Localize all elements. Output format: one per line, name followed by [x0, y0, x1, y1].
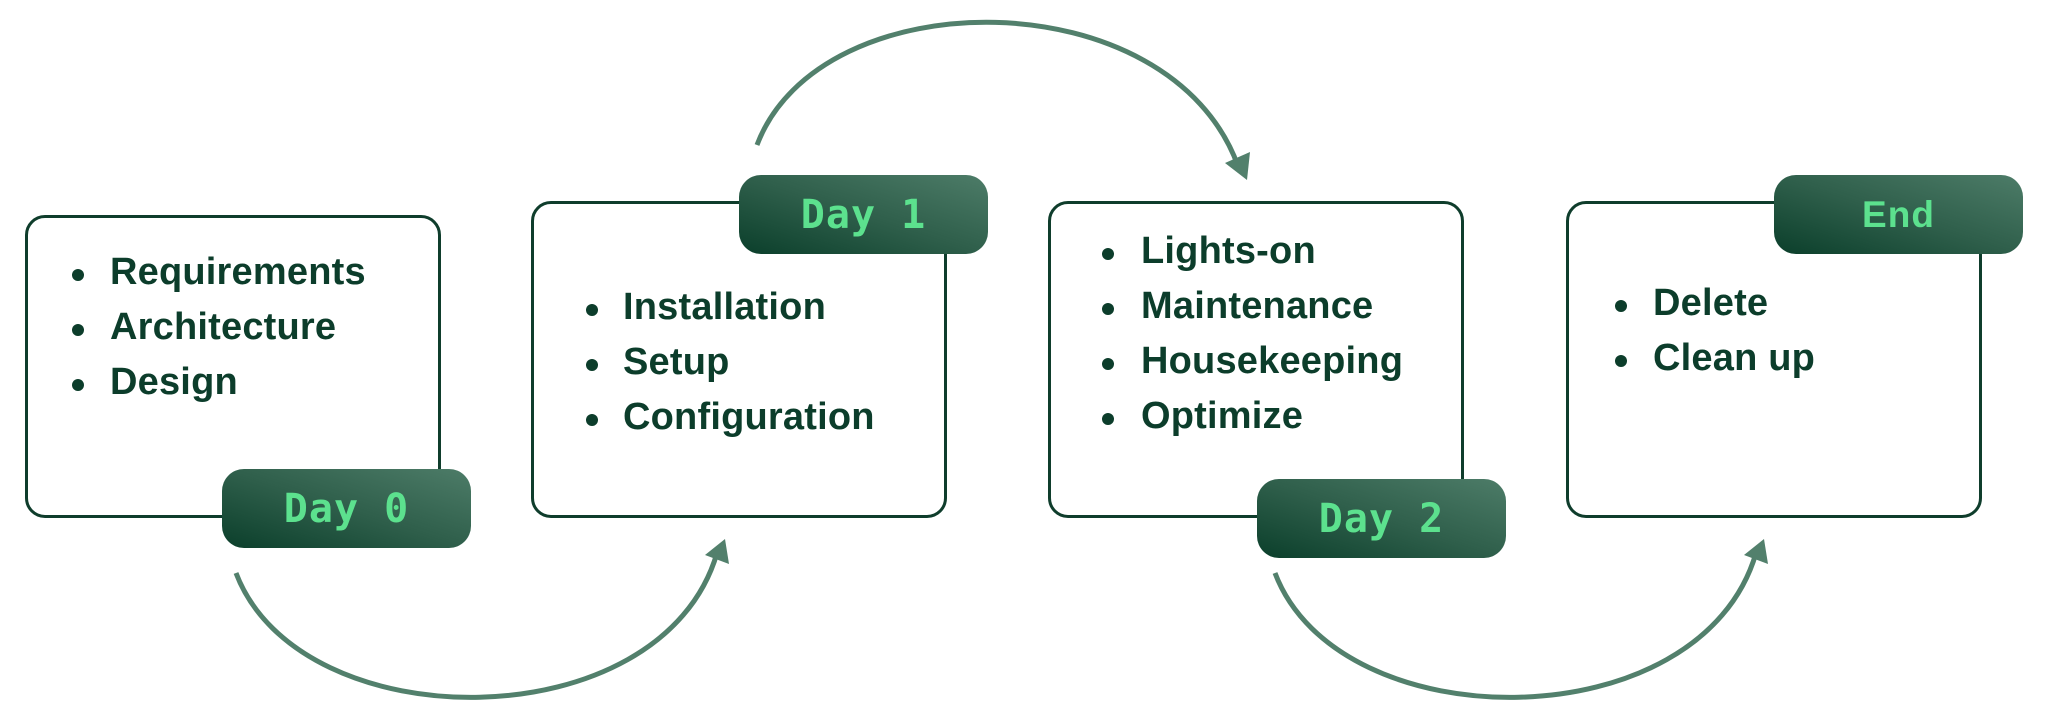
- bullet-icon: [1102, 303, 1114, 315]
- bullet-icon: [72, 379, 84, 391]
- list-item: Design: [72, 355, 366, 410]
- badge-label: Day 1: [800, 191, 927, 238]
- list-item: Lights-on: [1102, 224, 1403, 279]
- list-item: Setup: [586, 335, 875, 390]
- list-item: Clean up: [1615, 331, 1815, 386]
- list-item: Installation: [586, 280, 875, 335]
- bullet-icon: [586, 359, 598, 371]
- list-item: Delete: [1615, 276, 1815, 331]
- bullet-icon: [1615, 355, 1627, 367]
- list-item: Requirements: [72, 245, 366, 300]
- bullet-icon: [1102, 248, 1114, 260]
- list-item: Housekeeping: [1102, 334, 1403, 389]
- bullet-icon: [586, 414, 598, 426]
- stage-badge-day-2: Day 2: [1257, 479, 1506, 558]
- arrow-curve: [1272, 552, 1759, 700]
- badge-label: End: [1862, 193, 1935, 235]
- bullet-icon: [1102, 413, 1114, 425]
- bullet-icon: [72, 269, 84, 281]
- list-item: Architecture: [72, 300, 366, 355]
- arrow-day0-to-day1: [233, 539, 729, 700]
- arrow-day2-to-end: [1272, 539, 1768, 700]
- stage-badge-day-0: Day 0: [222, 469, 471, 548]
- stage-badge-end: End: [1774, 175, 2023, 254]
- lifecycle-diagram: Requirements Architecture Design Day 0 I…: [0, 0, 2048, 718]
- badge-label: Day 0: [283, 485, 410, 532]
- bullet-icon: [1102, 358, 1114, 370]
- arrow-day1-to-day2: [754, 19, 1250, 180]
- stage-item-list: Requirements Architecture Design: [72, 245, 366, 410]
- list-item: Optimize: [1102, 389, 1403, 444]
- arrow-curve: [233, 552, 720, 700]
- list-item: Maintenance: [1102, 279, 1403, 334]
- bullet-icon: [72, 324, 84, 336]
- bullet-icon: [1615, 300, 1627, 312]
- list-item: Configuration: [586, 390, 875, 445]
- stage-badge-day-1: Day 1: [739, 175, 988, 254]
- bullet-icon: [586, 304, 598, 316]
- arrow-curve: [754, 19, 1241, 167]
- arrowhead-icon: [1225, 152, 1250, 180]
- stage-item-list: Lights-on Maintenance Housekeeping Optim…: [1102, 224, 1403, 444]
- stage-item-list: Delete Clean up: [1615, 276, 1815, 386]
- stage-item-list: Installation Setup Configuration: [586, 280, 875, 445]
- badge-label: Day 2: [1318, 495, 1445, 542]
